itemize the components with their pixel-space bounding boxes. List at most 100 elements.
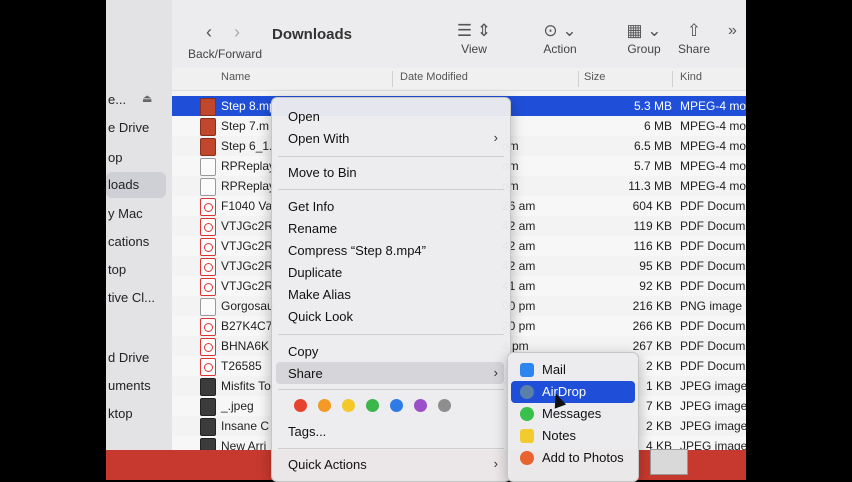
file-size: 604 KB bbox=[632, 199, 672, 213]
menu-item-rename[interactable]: Rename bbox=[288, 221, 337, 236]
file-name: VTJGc2R bbox=[221, 239, 274, 253]
action-button[interactable]: ⊙ ⌄ Action bbox=[536, 20, 584, 56]
airdrop-icon bbox=[520, 385, 534, 399]
file-name: _.jpeg bbox=[221, 399, 254, 413]
eject-icon[interactable]: ⏏ bbox=[142, 92, 152, 105]
menu-item-get-info[interactable]: Get Info bbox=[288, 199, 334, 214]
file-name: F1040 Va bbox=[221, 199, 273, 213]
share-item-label: AirDrop bbox=[542, 384, 587, 399]
img-file-icon bbox=[200, 378, 216, 396]
menu-item-compress[interactable]: Compress “Step 8.mp4” bbox=[288, 243, 426, 258]
file-size: 5.3 MB bbox=[633, 99, 672, 113]
toolbar: ‹ › Back/Forward Downloads ☰ ⇕ View ⊙ ⌄ … bbox=[172, 0, 746, 69]
file-kind: PDF Docum bbox=[680, 259, 746, 273]
sidebar-item-11[interactable]: ktop bbox=[108, 406, 133, 421]
menu-item-move-to-bin[interactable]: Move to Bin bbox=[288, 165, 357, 180]
menu-item-open-with[interactable]: Open With bbox=[288, 131, 349, 146]
context-menu: Open Open With › Move to Bin Get Info Re… bbox=[271, 97, 511, 482]
file-kind: PDF Docum bbox=[680, 339, 746, 353]
tag-color-dot[interactable] bbox=[366, 399, 379, 412]
ellipsis-circle-icon: ⊙ ⌄ bbox=[543, 21, 577, 40]
file-name: RPReplay bbox=[221, 159, 276, 173]
file-kind: MPEG-4 mo bbox=[680, 139, 746, 153]
doc-file-icon bbox=[200, 298, 216, 316]
forward-icon[interactable]: › bbox=[234, 22, 240, 43]
menu-item-make-alias[interactable]: Make Alias bbox=[288, 287, 351, 302]
tag-color-dot[interactable] bbox=[414, 399, 427, 412]
menu-item-copy[interactable]: Copy bbox=[288, 344, 318, 359]
img-file-icon bbox=[200, 418, 216, 436]
share-item-notes[interactable]: Notes bbox=[508, 425, 638, 447]
file-size: 267 KB bbox=[632, 339, 672, 353]
file-kind: MPEG-4 mo bbox=[680, 179, 746, 193]
sidebar-item-6[interactable]: cations bbox=[108, 234, 149, 249]
back-icon[interactable]: ‹ bbox=[206, 22, 212, 43]
file-name: Step 8.mp bbox=[221, 99, 276, 113]
file-name: VTJGc2R bbox=[221, 279, 274, 293]
video-file-icon bbox=[200, 118, 216, 136]
list-view-icon: ☰ ⇕ bbox=[456, 21, 492, 40]
file-kind: PDF Docum bbox=[680, 239, 746, 253]
sidebar-item-9[interactable]: d Drive bbox=[108, 350, 149, 365]
sidebar-item-10[interactable]: uments bbox=[108, 378, 151, 393]
more-chevron-icon[interactable]: » bbox=[728, 22, 737, 40]
menu-item-share[interactable]: Share bbox=[288, 366, 323, 381]
view-label: View bbox=[461, 42, 487, 56]
menu-separator bbox=[278, 156, 504, 157]
pdf-file-icon bbox=[200, 218, 216, 236]
menu-item-open[interactable]: Open bbox=[288, 109, 320, 124]
share-label: Share bbox=[677, 42, 711, 56]
tag-color-dot[interactable] bbox=[438, 399, 451, 412]
tag-color-dot[interactable] bbox=[390, 399, 403, 412]
menu-item-tags[interactable]: Tags... bbox=[288, 424, 326, 439]
menu-separator bbox=[278, 448, 504, 449]
menu-item-quick-look[interactable]: Quick Look bbox=[288, 309, 353, 324]
file-kind: JPEG image bbox=[680, 399, 746, 413]
share-item-add-to-photos[interactable]: Add to Photos bbox=[508, 447, 638, 469]
file-name: Misfits To bbox=[221, 379, 271, 393]
share-item-messages[interactable]: Messages bbox=[508, 403, 638, 425]
share-button[interactable]: ⇧ Share bbox=[676, 20, 712, 56]
pdf-file-icon bbox=[200, 358, 216, 376]
menu-separator bbox=[278, 334, 504, 335]
menu-item-duplicate[interactable]: Duplicate bbox=[288, 265, 342, 280]
size-column-header[interactable]: Size bbox=[584, 71, 605, 83]
share-item-mail[interactable]: Mail bbox=[508, 359, 638, 381]
open-with-chevron-icon: › bbox=[493, 130, 498, 145]
doc-file-icon bbox=[200, 158, 216, 176]
video-file-icon bbox=[200, 138, 216, 156]
file-name: Step 7.m bbox=[221, 119, 270, 133]
kind-column-header[interactable]: Kind bbox=[680, 71, 702, 83]
date-column-header[interactable]: Date Modified bbox=[400, 71, 468, 83]
sidebar-item-2[interactable]: e Drive bbox=[108, 120, 149, 135]
file-kind: PDF Docum bbox=[680, 359, 746, 373]
mail-icon bbox=[520, 363, 534, 377]
sidebar-item-1[interactable]: e... bbox=[108, 92, 126, 107]
file-size: 6 MB bbox=[643, 119, 672, 133]
tag-color-dot[interactable] bbox=[318, 399, 331, 412]
file-name: VTJGc2R bbox=[221, 219, 274, 233]
sidebar-item-3[interactable]: op bbox=[108, 150, 122, 165]
sidebar-item-downloads[interactable]: loads bbox=[106, 172, 166, 198]
file-size: 119 KB bbox=[633, 219, 672, 233]
sidebar-item-5[interactable]: y Mac bbox=[108, 206, 143, 221]
file-name: B27K4C7 bbox=[221, 319, 273, 333]
group-button[interactable]: ▦ ⌄ Group bbox=[624, 20, 664, 56]
column-divider bbox=[672, 71, 673, 87]
name-column-header[interactable]: Name bbox=[221, 71, 250, 83]
sidebar: e... ⏏ e Drive op loads y Mac cations to… bbox=[106, 0, 172, 480]
menu-item-quick-actions[interactable]: Quick Actions bbox=[288, 457, 367, 472]
file-size: 11.3 MB bbox=[628, 179, 672, 193]
file-name: Insane C bbox=[221, 419, 270, 433]
sidebar-item-7[interactable]: top bbox=[108, 262, 126, 277]
sidebar-item-8[interactable]: tive Cl... bbox=[108, 290, 155, 305]
window-title: Downloads bbox=[272, 26, 353, 43]
file-kind: PNG image bbox=[680, 299, 743, 313]
share-item-airdrop[interactable]: AirDrop bbox=[511, 381, 635, 403]
tag-color-dot[interactable] bbox=[294, 399, 307, 412]
view-button[interactable]: ☰ ⇕ View bbox=[452, 20, 496, 56]
sidebar-item-downloads-label: loads bbox=[108, 177, 140, 192]
column-header: Name Date Modified Size Kind bbox=[172, 68, 746, 91]
tag-color-dot[interactable] bbox=[342, 399, 355, 412]
group-label: Group bbox=[627, 42, 661, 56]
